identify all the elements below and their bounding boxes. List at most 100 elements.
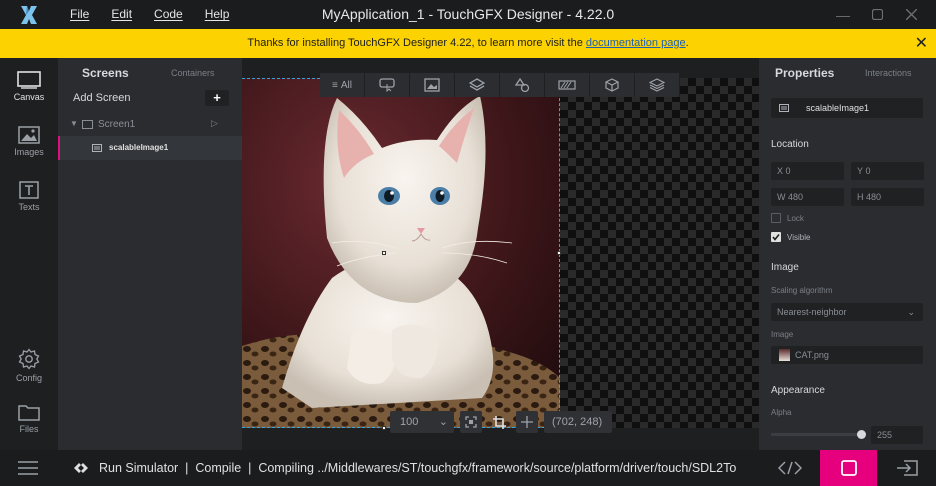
tab-screens[interactable]: Screens <box>82 66 129 80</box>
y-label: Y <box>857 166 864 176</box>
canvas-background <box>560 78 759 428</box>
simulator-icon <box>74 463 88 473</box>
status-bar: Run Simulator | Compile | Compiling ../M… <box>0 450 936 486</box>
menu-file[interactable]: File <box>70 0 89 29</box>
fit-screen-icon <box>465 416 477 428</box>
scaling-algorithm-label: Scaling algorithm <box>771 286 833 295</box>
toolbar-custom-button[interactable] <box>635 73 680 97</box>
toolbar-all-label: All <box>340 79 352 91</box>
nav-canvas-label: Canvas <box>13 92 45 102</box>
resize-handle[interactable] <box>382 251 386 255</box>
window-controls: — <box>826 0 928 29</box>
w-value: 480 <box>788 192 804 202</box>
nav-texts[interactable]: Texts <box>0 181 58 212</box>
image-thumbnail <box>779 349 790 361</box>
lock-checkbox[interactable] <box>771 213 781 223</box>
cube-icon <box>605 78 619 92</box>
x-label: X <box>777 166 784 176</box>
width-field[interactable]: W 480 <box>771 188 844 206</box>
close-window-button[interactable] <box>894 0 928 29</box>
nav-images[interactable]: Images <box>0 126 58 157</box>
texts-icon <box>19 181 39 199</box>
y-field[interactable]: Y 0 <box>851 162 924 180</box>
touchgfx-designer-window: File Edit Code Help MyApplication_1 - To… <box>0 0 936 486</box>
nav-canvas[interactable]: Canvas <box>0 71 58 102</box>
nav-images-label: Images <box>14 147 44 157</box>
crop-button[interactable] <box>488 411 510 433</box>
toolbar-containers-button[interactable] <box>455 73 500 97</box>
exit-icon[interactable] <box>896 460 918 476</box>
lock-label: Lock <box>787 214 804 223</box>
toolbar-3d-button[interactable] <box>590 73 635 97</box>
folder-icon <box>18 405 40 421</box>
add-screen-label: Add Screen <box>73 92 131 104</box>
visible-checkbox[interactable] <box>771 232 781 242</box>
image-select[interactable]: CAT.png <box>771 346 923 364</box>
scaling-algorithm-select[interactable]: Nearest-neighbor ⌄ <box>771 303 923 321</box>
chevron-down-icon: ▼ <box>70 119 78 128</box>
height-field[interactable]: H 480 <box>851 188 924 206</box>
canvas-area[interactable]: ≡ All 100 ⌄ (702, 248) <box>242 58 759 450</box>
pan-button[interactable] <box>516 411 538 433</box>
toolbar-buttons-button[interactable] <box>365 73 410 97</box>
layers-icon <box>469 78 485 91</box>
resize-handle[interactable] <box>557 251 561 255</box>
play-icon[interactable]: ▷ <box>211 118 218 129</box>
add-screen-button[interactable]: + <box>205 90 229 106</box>
nav-files[interactable]: Files <box>0 403 58 434</box>
visible-label: Visible <box>787 233 811 242</box>
alpha-slider-fill <box>771 433 863 436</box>
banner-text-end: . <box>685 37 689 49</box>
move-icon <box>521 416 533 428</box>
close-icon <box>905 9 917 20</box>
image-widget-icon <box>424 78 440 92</box>
status-text[interactable]: Run Simulator | Compile | Compiling ../M… <box>99 450 759 486</box>
menu-code[interactable]: Code <box>154 0 183 29</box>
screens-panel: Screens Containers Add Screen + ▼ Screen… <box>58 58 242 450</box>
banner-close-icon[interactable]: ✕ <box>915 29 928 58</box>
cursor-coordinates: (702, 248) <box>544 411 613 433</box>
widget-name-value: scalableImage1 <box>806 103 870 113</box>
widget-name-field[interactable]: scalableImage1 <box>771 98 923 118</box>
menu-bar: File Edit Code Help <box>70 0 251 29</box>
images-icon <box>18 126 40 144</box>
zoom-dropdown[interactable]: 100 ⌄ <box>390 411 454 433</box>
alpha-field[interactable]: 255 <box>871 426 923 444</box>
alpha-slider-thumb[interactable] <box>857 430 866 439</box>
nav-config[interactable]: Config <box>0 348 58 383</box>
alpha-label: Alpha <box>771 408 792 417</box>
zoom-value: 100 <box>400 416 419 428</box>
menu-help[interactable]: Help <box>205 0 230 29</box>
alpha-slider[interactable] <box>771 430 866 439</box>
maximize-icon <box>871 9 883 20</box>
tab-containers[interactable]: Containers <box>171 68 215 78</box>
x-field[interactable]: X 0 <box>771 162 844 180</box>
h-value: 480 <box>866 192 882 202</box>
resize-handle[interactable] <box>382 426 386 430</box>
fit-screen-button[interactable] <box>460 411 482 433</box>
stop-button[interactable] <box>820 450 877 486</box>
gear-icon <box>18 348 40 370</box>
menu-edit[interactable]: Edit <box>111 0 132 29</box>
minimize-button[interactable]: — <box>826 0 860 29</box>
title-bar: File Edit Code Help MyApplication_1 - To… <box>0 0 936 29</box>
button-widget-icon <box>379 78 395 92</box>
left-nav: Canvas Images Texts Config Files <box>0 58 58 450</box>
maximize-button[interactable] <box>860 0 894 29</box>
toolbar-progress-button[interactable] <box>545 73 590 97</box>
tab-interactions[interactable]: Interactions <box>865 68 912 78</box>
toolbar-images-button[interactable] <box>410 73 455 97</box>
screens-tabs: Screens Containers <box>58 58 242 88</box>
nav-texts-label: Texts <box>18 202 40 212</box>
image-widget-icon <box>92 144 102 152</box>
tree-item-screen1[interactable]: ▼ Screen1 ▷ <box>58 114 242 136</box>
toolbar-shapes-button[interactable] <box>500 73 545 97</box>
code-icon[interactable] <box>778 461 802 475</box>
documentation-link[interactable]: documentation page <box>586 37 686 49</box>
tree-item-scalableimage1[interactable]: scalableImage1 <box>58 136 242 160</box>
appearance-heading: Appearance <box>771 385 825 396</box>
toolbar-all-button[interactable]: ≡ All <box>320 73 365 97</box>
image-label: Image <box>771 330 794 339</box>
hamburger-menu-icon[interactable] <box>18 461 38 475</box>
tab-properties[interactable]: Properties <box>775 66 834 80</box>
